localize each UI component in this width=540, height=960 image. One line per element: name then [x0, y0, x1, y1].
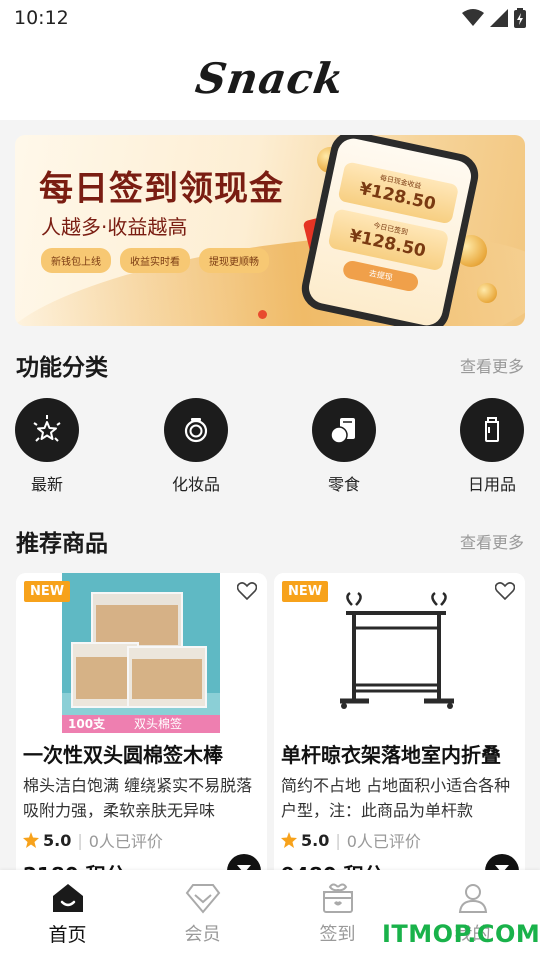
tab-label: 首页	[48, 924, 87, 946]
diamond-icon	[185, 884, 220, 914]
category-label: 零食	[327, 475, 360, 494]
banner-title: 每日签到领现金	[39, 169, 284, 209]
category-icon-circle	[164, 398, 228, 462]
product-description: 简约不占地 占地面积小适合各种户型，注：此商品为单杆款	[281, 776, 511, 820]
banner-tag: 提现更顺畅	[199, 248, 269, 273]
promo-banner[interactable]: 每日签到领现金 人越多·收益越高 新钱包上线 收益实时看 提现更顺畅 每日现金收…	[15, 135, 525, 326]
heart-icon	[494, 582, 516, 601]
compact-mirror-icon	[184, 418, 208, 443]
battery-icon	[514, 8, 526, 28]
watermark: ITMOP.COM	[382, 920, 540, 948]
rating-divider: |	[335, 830, 341, 850]
category-item-cosmetics[interactable]: 化妆品	[163, 398, 229, 495]
category-more-link[interactable]: 查看更多	[460, 353, 524, 377]
rating-divider: |	[77, 830, 83, 850]
banner-subtitle: 人越多·收益越高	[41, 215, 188, 239]
category-label: 化妆品	[171, 475, 220, 494]
status-bar: 10:12	[0, 0, 540, 36]
banner-tag: 收益实时看	[120, 248, 190, 273]
category-label: 日用品	[467, 475, 516, 494]
category-label: 最新	[30, 475, 63, 494]
recommend-section-header: 推荐商品 查看更多	[16, 524, 524, 558]
category-item-latest[interactable]: 最新	[14, 398, 80, 495]
new-badge: NEW	[282, 581, 329, 602]
snack-bag-icon	[330, 418, 355, 444]
status-time: 10:12	[14, 7, 69, 29]
heart-icon	[236, 582, 258, 601]
tab-label: 签到	[319, 924, 356, 945]
category-icon-circle	[460, 398, 524, 462]
recommend-more-link[interactable]: 查看更多	[460, 529, 524, 553]
user-icon	[458, 884, 487, 913]
star-icon	[281, 832, 297, 848]
new-badge: NEW	[24, 581, 71, 602]
signal-icon	[490, 9, 508, 27]
banner-tag: 新钱包上线	[41, 248, 111, 273]
status-icons	[462, 8, 526, 28]
gift-box-icon	[322, 883, 353, 913]
category-icon-circle	[312, 398, 376, 462]
phone-screen: 每日现金收益 ¥128.50 今日已签到 ¥128.50 去提现	[306, 135, 474, 326]
product-card[interactable]: 100支 双头棉签 NEW 一次性双头圆棉签木棒 棉头洁白饱满 缠绕紧实不易脱落…	[16, 573, 267, 893]
rating-score: 5.0	[301, 830, 330, 850]
category-item-snacks[interactable]: 零食	[311, 398, 377, 495]
sparkle-star-icon	[33, 415, 61, 442]
favorite-button[interactable]	[494, 582, 516, 604]
app-logo: Snack	[192, 53, 348, 103]
tab-label: 会员	[184, 924, 221, 945]
banner-tags: 新钱包上线 收益实时看 提现更顺畅	[41, 248, 269, 273]
product-card[interactable]: NEW 单杆晾衣架落地室内折叠 简约不占地 占地面积小适合各种户型，注：此商品为…	[274, 573, 525, 893]
product-image-caption-2: 双头棉签	[134, 716, 182, 731]
category-section-header: 功能分类 查看更多	[16, 348, 524, 382]
favorite-button[interactable]	[236, 582, 258, 604]
product-description: 棉头洁白饱满 缠绕紧实不易脱落 吸附力强，柔软亲肤无异味	[23, 776, 253, 820]
product-title: 一次性双头圆棉签木棒	[23, 743, 223, 767]
review-count: 0人已评价	[88, 832, 163, 851]
tab-membership[interactable]: 会员	[135, 870, 270, 960]
product-rating: 5.0 | 0人已评价	[281, 828, 421, 852]
recommend-section-title: 推荐商品	[16, 531, 108, 557]
coin-icon	[477, 283, 497, 303]
product-title: 单杆晾衣架落地室内折叠	[281, 743, 501, 767]
home-icon	[52, 884, 83, 912]
rating-score: 5.0	[43, 830, 72, 850]
review-count: 0人已评价	[346, 832, 421, 851]
tab-home[interactable]: 首页	[0, 870, 135, 960]
product-image-caption: 100支	[68, 716, 106, 731]
app-header: Snack	[0, 36, 540, 120]
banner-indicator-dot[interactable]	[258, 310, 267, 319]
category-section-title: 功能分类	[16, 355, 108, 381]
category-icon-circle	[15, 398, 79, 462]
daily-goods-icon	[485, 417, 499, 442]
category-item-daily-goods[interactable]: 日用品	[459, 398, 525, 495]
star-icon	[23, 832, 39, 848]
product-rating: 5.0 | 0人已评价	[23, 828, 163, 852]
wifi-icon	[462, 9, 484, 26]
